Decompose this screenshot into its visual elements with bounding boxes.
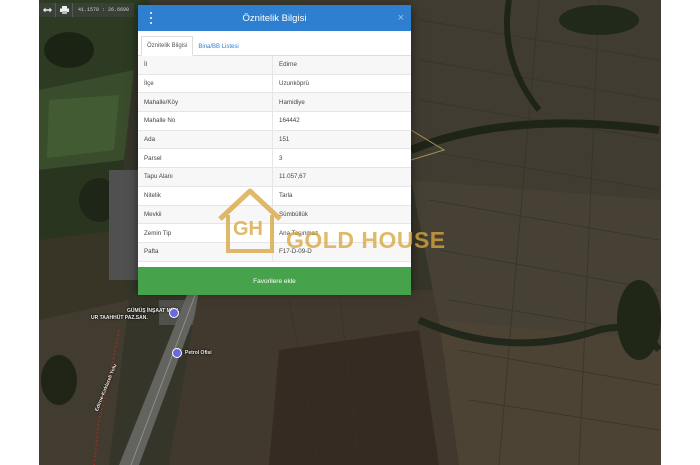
table-row: Pafta F17-D-09-D bbox=[138, 242, 411, 262]
row-value: 164442 bbox=[279, 117, 300, 125]
table-row: İlçe Uzunköprü bbox=[138, 74, 411, 94]
coordinate-readout: 41.1578 : 26.6690 bbox=[78, 7, 130, 13]
attribute-info-dialog: Öznitelik Bilgisi × Öznitelik Bilgisi Bi… bbox=[138, 5, 411, 295]
map-toolbar: 41.1578 : 26.6690 bbox=[39, 3, 135, 17]
move-horizontal-icon bbox=[42, 7, 52, 13]
row-key: İlçe bbox=[138, 74, 273, 93]
close-icon[interactable]: × bbox=[398, 11, 404, 25]
map-label-gas-station: Petrol Ofisi bbox=[185, 350, 212, 356]
table-row: Ada 151 bbox=[138, 130, 411, 150]
row-key: Mahalle/Köy bbox=[138, 93, 273, 112]
row-value: 151 bbox=[279, 136, 290, 144]
row-key: Ada bbox=[138, 130, 273, 149]
row-value: Sümbüllük bbox=[279, 210, 308, 218]
tab-attribute-info[interactable]: Öznitelik Bilgisi bbox=[141, 36, 194, 56]
add-to-favorites-button[interactable]: Favorilere ekle bbox=[138, 267, 411, 295]
row-key: Parsel bbox=[138, 149, 273, 168]
table-row: Mahalle/Köy Hamidiye bbox=[138, 93, 411, 113]
attribute-table: İl Edirne İlçe Uzunköprü Mahalle/Köy Hamidi… bbox=[138, 56, 411, 262]
tab-building-list[interactable]: Bina/BB Listesi bbox=[193, 38, 243, 56]
row-value: F17-D-09-D bbox=[279, 248, 312, 256]
row-value: 11.057,67 bbox=[279, 173, 307, 181]
row-key: Zemin Tip bbox=[138, 224, 273, 242]
row-value: Hamidiye bbox=[279, 98, 305, 106]
row-key: Mevkii bbox=[138, 205, 273, 224]
table-row: Mevkii Sümbüllük bbox=[138, 205, 411, 225]
map-label-company-2: UR TAAHHÜT PAZ.SAN. bbox=[91, 315, 148, 321]
table-row: Parsel 3 bbox=[138, 149, 411, 169]
pan-button[interactable] bbox=[39, 3, 56, 17]
table-row: İl Edirne bbox=[138, 56, 411, 75]
dialog-title: Öznitelik Bilgisi bbox=[242, 12, 307, 24]
row-value: Tarla bbox=[279, 192, 293, 200]
row-key: Mahalle No bbox=[138, 112, 273, 130]
row-value: Edirne bbox=[279, 61, 297, 69]
row-key: İl bbox=[138, 56, 273, 74]
row-value: Ana Taşınmaz bbox=[279, 229, 319, 237]
dialog-header: Öznitelik Bilgisi × bbox=[138, 5, 411, 31]
dialog-tabs: Öznitelik Bilgisi Bina/BB Listesi bbox=[138, 31, 411, 56]
table-row: Nitelik Tarla bbox=[138, 186, 411, 206]
poi-marker-icon[interactable] bbox=[169, 308, 179, 318]
table-row: Tapu Alanı 11.057,67 bbox=[138, 168, 411, 187]
print-icon bbox=[59, 6, 69, 14]
table-row: Zemin Tip Ana Taşınmaz bbox=[138, 224, 411, 243]
row-key: Nitelik bbox=[138, 186, 273, 205]
row-value: Uzunköprü bbox=[279, 80, 309, 88]
row-key: Tapu Alanı bbox=[138, 168, 273, 186]
row-key: Pafta bbox=[138, 242, 273, 261]
gas-station-icon[interactable] bbox=[172, 348, 182, 358]
kebab-menu-icon[interactable] bbox=[148, 11, 154, 25]
print-button[interactable] bbox=[56, 3, 73, 17]
table-row: Mahalle No 164442 bbox=[138, 112, 411, 131]
row-value: 3 bbox=[279, 154, 283, 162]
